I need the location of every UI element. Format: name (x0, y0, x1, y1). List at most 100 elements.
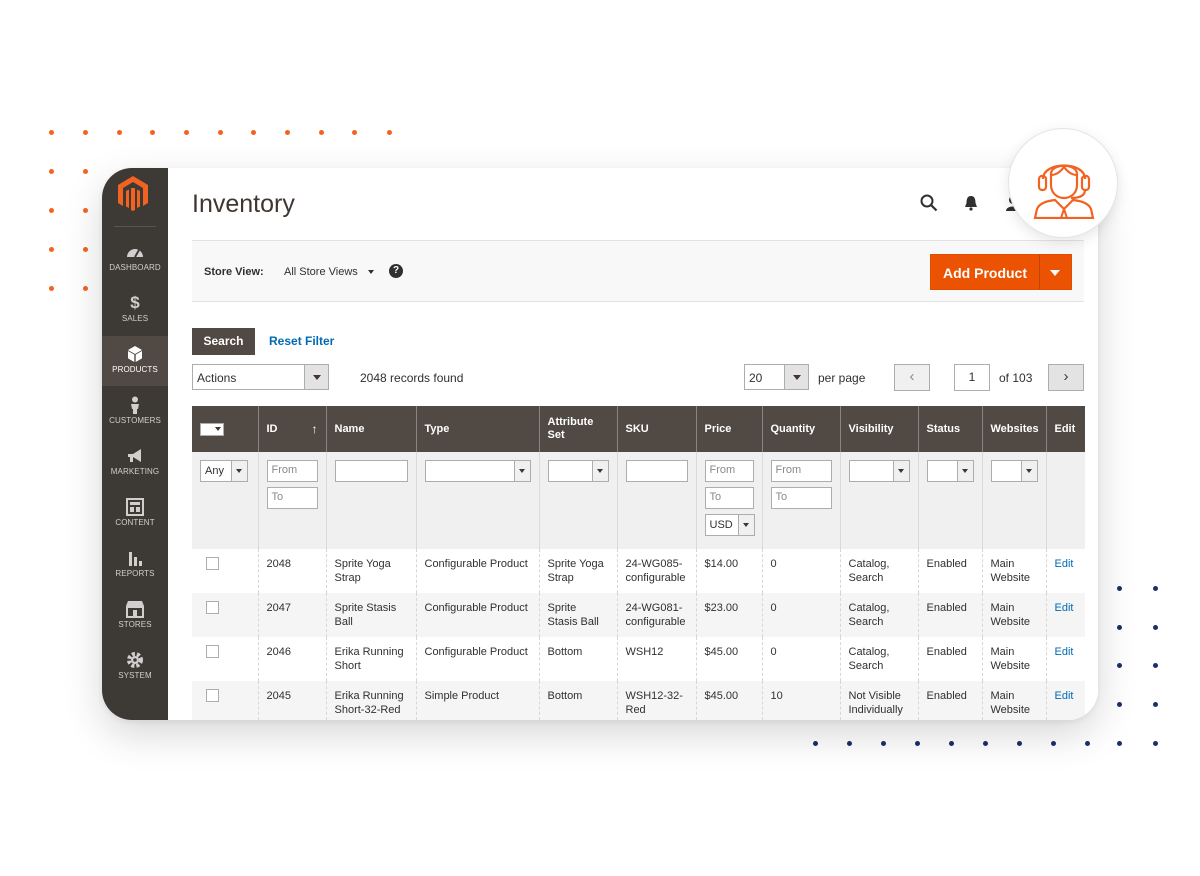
actions-dropdown[interactable]: Actions (192, 364, 329, 390)
edit-link[interactable]: Edit (1055, 690, 1074, 702)
search-icon[interactable] (920, 194, 938, 212)
edit-link[interactable]: Edit (1055, 558, 1074, 570)
add-product-dropdown-icon[interactable] (1050, 270, 1060, 276)
cell-visibility: Catalog, Search (839, 593, 918, 637)
cell-id: 2048 (257, 549, 326, 593)
nav-marketing[interactable]: MARKETING (102, 438, 168, 488)
chevron-down-icon (784, 365, 808, 389)
nav-products[interactable]: PRODUCTS (102, 336, 168, 386)
store-view-value: All Store Views (284, 266, 358, 278)
add-product-button[interactable]: Add Product (930, 254, 1072, 290)
dollar-icon: $ (130, 293, 140, 312)
megaphone-icon (128, 449, 141, 462)
col-sku[interactable]: SKU (616, 406, 696, 452)
col-visibility[interactable]: Visibility (839, 406, 918, 452)
cell-visibility: Catalog, Search (839, 637, 918, 681)
row-checkbox[interactable] (206, 601, 219, 614)
currency-select[interactable]: USD (704, 514, 755, 536)
nav-stores[interactable]: STORES (102, 591, 168, 641)
sku-filter-input[interactable] (625, 460, 688, 482)
price-to-input[interactable]: To (704, 487, 754, 509)
mass-select-checkbox[interactable] (200, 422, 224, 436)
cell-name: Erika Running Short (325, 637, 416, 681)
gear-icon (127, 652, 143, 668)
col-websites[interactable]: Websites (981, 406, 1046, 452)
search-button[interactable]: Search (192, 328, 255, 355)
per-page-select[interactable]: 20 (744, 364, 809, 390)
cell-visibility: Not Visible Individually (839, 681, 918, 720)
nav-dashboard[interactable]: DASHBOARD (102, 234, 168, 284)
chevron-down-icon (513, 461, 530, 481)
speedometer-icon (127, 249, 143, 258)
page-title: Inventory (192, 190, 295, 218)
id-to-input[interactable]: To (266, 487, 318, 509)
cell-type: Configurable Product (415, 593, 539, 637)
cell-sku: 24-WG081-configurable (616, 593, 696, 637)
reset-filter-link[interactable]: Reset Filter (269, 334, 334, 348)
col-price[interactable]: Price (695, 406, 762, 452)
nav-content[interactable]: CONTENT (102, 489, 168, 539)
table-row[interactable]: 2047 Sprite Stasis Ball Configurable Pro… (192, 593, 1085, 637)
nav-reports[interactable]: REPORTS (102, 540, 168, 590)
cell-attribute-set: Bottom (538, 637, 617, 681)
row-checkbox[interactable] (206, 557, 219, 570)
cell-attribute-set: Sprite Yoga Strap (538, 549, 617, 593)
name-filter-input[interactable] (334, 460, 408, 482)
mass-select-header[interactable] (192, 406, 258, 452)
chevron-down-icon (892, 461, 909, 481)
status-filter-select[interactable] (926, 460, 974, 482)
magento-logo-icon[interactable] (115, 174, 151, 214)
page-number-input[interactable]: 1 (954, 364, 990, 391)
nav-system-label: SYSTEM (118, 671, 152, 680)
attribute-set-filter-select[interactable] (547, 460, 609, 482)
id-from-input[interactable]: From (266, 460, 318, 482)
col-id-label: ID (266, 422, 278, 435)
nav-dashboard-label: DASHBOARD (109, 263, 161, 272)
nav-customers-label: CUSTOMERS (109, 416, 161, 425)
nav-customers[interactable]: CUSTOMERS (102, 387, 168, 437)
nav-marketing-label: MARKETING (110, 467, 160, 476)
cell-id: 2047 (257, 593, 326, 637)
next-page-button[interactable]: › (1048, 364, 1084, 391)
col-quantity[interactable]: Quantity (761, 406, 840, 452)
massaction-filter-value: Any (205, 465, 224, 477)
cube-icon (128, 346, 142, 362)
col-attribute-set[interactable]: Attribute Set (538, 406, 617, 452)
cell-name: Erika Running Short-32-Red (325, 681, 416, 720)
nav-reports-label: REPORTS (115, 569, 155, 578)
layout-icon (126, 498, 144, 516)
table-row[interactable]: 2048 Sprite Yoga Strap Configurable Prod… (192, 549, 1085, 593)
price-from-input[interactable]: From (704, 460, 754, 482)
nav-stores-label: STORES (118, 620, 152, 629)
websites-filter-select[interactable] (990, 460, 1038, 482)
prev-page-button[interactable]: ‹ (894, 364, 930, 391)
support-badge[interactable] (1008, 128, 1118, 238)
row-checkbox[interactable] (206, 645, 219, 658)
col-type[interactable]: Type (415, 406, 539, 452)
nav-system[interactable]: SYSTEM (102, 642, 168, 692)
admin-window: DASHBOARD $ SALES PRODUCTS CUSTOMERS MAR… (102, 168, 1098, 720)
col-name[interactable]: Name (325, 406, 416, 452)
row-checkbox[interactable] (206, 689, 219, 702)
table-row[interactable]: 2046 Erika Running Short Configurable Pr… (192, 637, 1085, 681)
cell-websites: Main Website (981, 637, 1046, 681)
chevron-down-icon (956, 461, 973, 481)
quantity-to-input[interactable]: To (770, 487, 832, 509)
edit-link[interactable]: Edit (1055, 646, 1074, 658)
edit-link[interactable]: Edit (1055, 602, 1074, 614)
col-id[interactable]: ID ↑ (257, 406, 326, 452)
type-filter-select[interactable] (424, 460, 531, 482)
nav-sales[interactable]: $ SALES (102, 285, 168, 335)
col-status[interactable]: Status (917, 406, 982, 452)
visibility-filter-select[interactable] (848, 460, 910, 482)
help-icon[interactable]: ? (389, 264, 403, 278)
cell-quantity: 10 (761, 681, 840, 720)
store-view-select[interactable]: All Store Views (284, 266, 374, 278)
massaction-filter[interactable]: Any (200, 460, 248, 482)
table-row[interactable]: 2045 Erika Running Short-32-Red Simple P… (192, 681, 1085, 720)
cell-websites: Main Website (981, 549, 1046, 593)
quantity-from-input[interactable]: From (770, 460, 832, 482)
bell-icon[interactable] (962, 194, 980, 212)
total-pages: of 103 (999, 371, 1033, 385)
cell-name: Sprite Stasis Ball (325, 593, 416, 637)
